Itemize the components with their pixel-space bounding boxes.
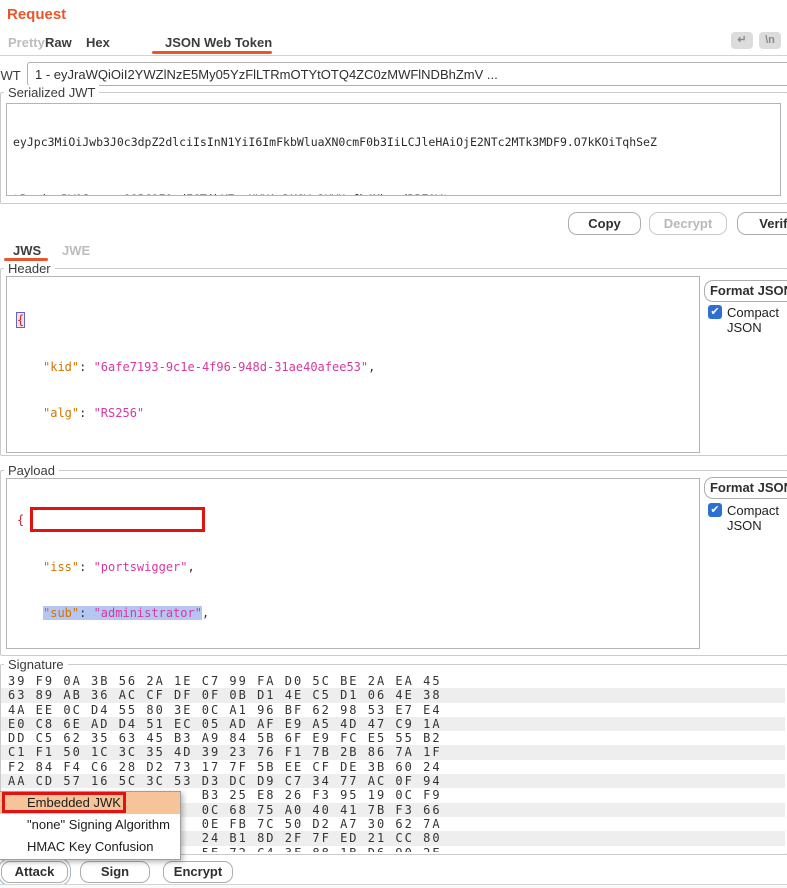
menu-item-hmac-key-confusion[interactable]: HMAC Key Confusion [0, 836, 180, 858]
kid-key: "kid" [43, 359, 80, 374]
tab-pretty[interactable]: Pretty [8, 35, 45, 50]
header-format-json-button[interactable]: Format JSON [704, 280, 787, 302]
alg-key: "alg" [43, 406, 80, 420]
menu-item-embedded-jwk[interactable]: Embedded JWK [0, 792, 180, 814]
jwt-selector-label: JWT [0, 68, 21, 83]
sub-key: "sub" [43, 606, 80, 620]
hex-row: C1 F1 50 1C 3C 35 4D 39 23 76 F1 7B 2B 8… [1, 745, 785, 760]
open-brace: { [15, 312, 26, 328]
serialized-jwt-textarea[interactable]: eyJpc3MiOiJwb3J0c3dpZ2dlciIsInN1YiI6ImFk… [6, 103, 781, 196]
attack-button[interactable]: Attack [0, 858, 71, 886]
payload-label: Payload [4, 463, 59, 478]
decrypt-button[interactable]: Decrypt [649, 212, 727, 235]
sign-button[interactable]: Sign [80, 861, 150, 883]
selected-text: "sub": "administrator" [43, 606, 202, 620]
hex-row: 39 F9 0A 3B 56 2A 1E C7 99 FA D0 5C BE 2… [8, 674, 442, 688]
hex-row: 4A EE 0C D4 55 80 3E 0C A1 96 BF 62 98 5… [8, 702, 442, 717]
active-tab-underline [152, 51, 272, 54]
close-brace: } [17, 453, 24, 454]
serialized-jwt-label: Serialized JWT [4, 85, 100, 100]
word-wrap-icon[interactable]: ↵ [731, 32, 753, 49]
hex-row: E0 C8 6E AD D4 51 EC 05 AD AF E9 A5 4D 4… [1, 716, 785, 732]
iss-key: "iss" [43, 559, 80, 574]
verify-button[interactable]: Verify [737, 212, 787, 235]
encrypt-button[interactable]: Encrypt [163, 861, 233, 883]
hex-row: F2 84 F4 C6 28 D2 73 17 7F 5B EE CF DE 3… [8, 759, 442, 774]
open-brace: { [17, 513, 25, 527]
payload-json-editor[interactable]: { "iss": "portswigger", "sub": "administ… [6, 478, 700, 649]
sub-value: "administrator" [93, 606, 202, 620]
payload-compact-json-label: Compact JSON [727, 503, 780, 533]
tab-jwe[interactable]: JWE [62, 243, 90, 258]
header-compact-json-label: Compact JSON [727, 305, 780, 335]
page-title: Request [7, 6, 67, 23]
tab-separator [0, 55, 787, 56]
jwt-selector-input[interactable]: 1 - eyJraWQiOiI2YWZlNzE5My05YzFlLTRmOTYt… [27, 62, 787, 86]
header-label: Header [4, 261, 55, 276]
header-compact-json-checkbox[interactable]: ✔ [708, 305, 722, 319]
tab-raw[interactable]: Raw [45, 35, 72, 50]
kid-value: "6afe7193-9c1e-4f96-948d-31ae40afee53" [93, 359, 369, 374]
signature-label: Signature [4, 657, 68, 672]
alg-value: "RS256" [93, 406, 145, 420]
hex-row: DD C5 62 35 63 45 B3 A9 84 5B 6F E9 FC E… [8, 731, 442, 746]
jwt-line: eyJpc3MiOiJwb3J0c3dpZ2dlciIsInN1YiI6ImFk… [13, 135, 657, 149]
menu-item-none-signing-algorithm[interactable]: "none" Signing Algorithm [0, 814, 180, 836]
payload-compact-json-checkbox[interactable]: ✔ [708, 503, 722, 517]
hex-row: AA CD 57 16 5C 3C 53 D3 DC D9 C7 34 77 A… [1, 774, 785, 789]
tab-jws[interactable]: JWS [13, 243, 41, 258]
jwt-editor-request-panel: Request Pretty Raw Hex JSON Web Token ↵ … [0, 0, 787, 888]
show-newlines-icon[interactable]: \n [759, 32, 781, 49]
current-line-highlight: } [7, 453, 699, 454]
tab-hex[interactable]: Hex [86, 35, 110, 50]
hex-row: 63 89 AB 36 AC CF DF 0F 0B D1 4E C5 D1 0… [1, 688, 785, 703]
header-json-editor[interactable]: { "kid": "6afe7193-9c1e-4f96-948d-31ae40… [6, 276, 700, 453]
signature-context-menu: Embedded JWK "none" Signing Algorithm HMAC… [0, 791, 181, 860]
tab-json-web-token[interactable]: JSON Web Token [165, 35, 272, 50]
copy-button[interactable]: Copy [568, 212, 641, 235]
payload-format-json-button[interactable]: Format JSON [704, 477, 787, 499]
iss-value: "portswigger" [93, 559, 188, 574]
jwt-line: tBcvirqRWOJqzasz98PC9FOxdEGTjhK7gzUVYA-D… [13, 190, 774, 195]
